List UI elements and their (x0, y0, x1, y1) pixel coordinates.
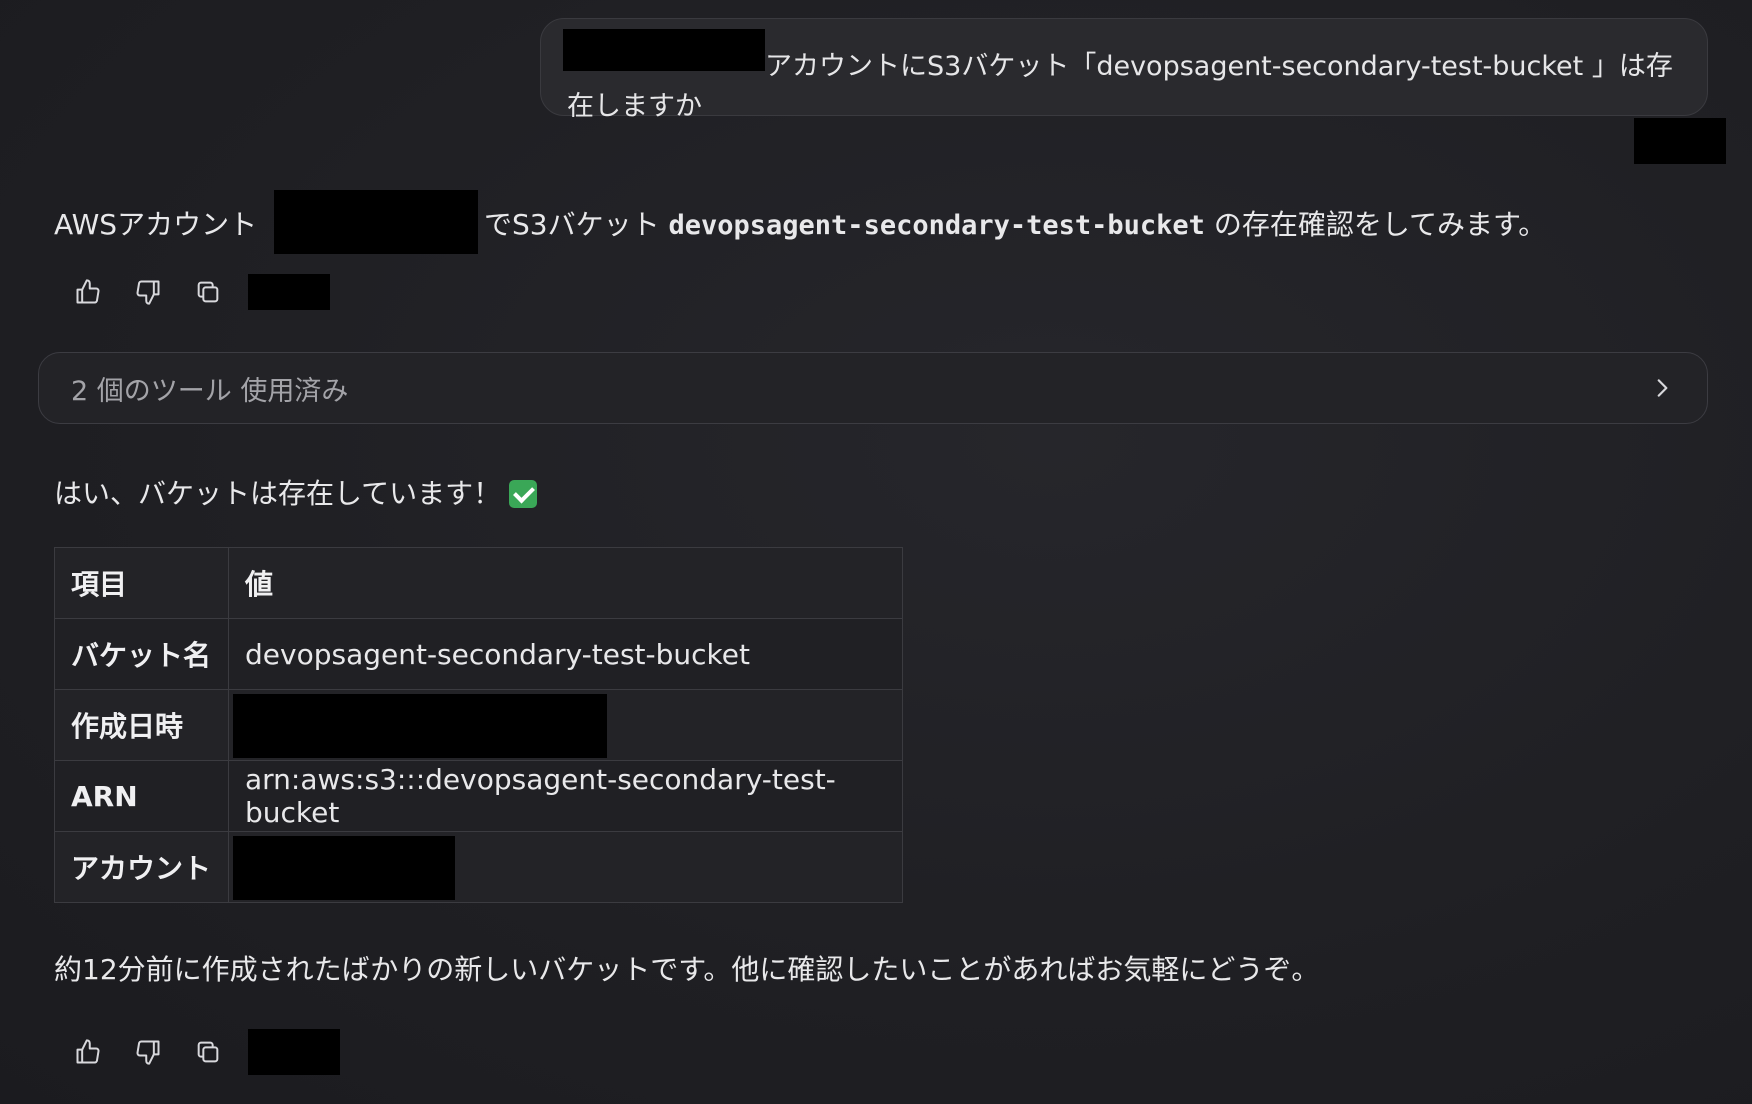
thumbs-up-button[interactable] (68, 272, 108, 312)
tool-usage-expander[interactable]: 2 個のツール 使用済み (38, 352, 1708, 424)
check-mark-icon (509, 480, 538, 508)
message-actions-2 (68, 1029, 340, 1075)
redacted-account-id (563, 29, 765, 71)
thumbs-up-icon (76, 279, 100, 304)
row-value: devopsagent-secondary-test-bucket (228, 618, 903, 690)
intro-middle: でS3バケット (484, 208, 660, 241)
row-value (228, 689, 903, 761)
user-message-bubble: アカウントにS3バケット「devopsagent-secondary-test-… (540, 18, 1708, 122)
redacted-account-id (274, 190, 478, 254)
table-row: ARN arn:aws:s3:::devopsagent-secondary-t… (54, 760, 903, 832)
user-message-line-1: アカウントにS3バケット「devopsagent-secondary-test-… (765, 51, 1673, 82)
tool-usage-label: 2 個のツール 使用済み (71, 375, 349, 407)
copy-button[interactable] (188, 1032, 228, 1072)
thumbs-down-icon (136, 1040, 160, 1065)
row-key: 作成日時 (54, 689, 229, 761)
copy-button[interactable] (188, 272, 228, 312)
thumbs-down-button[interactable] (128, 272, 168, 312)
row-key: ARN (54, 760, 229, 832)
copy-icon (197, 281, 219, 303)
thumbs-down-icon (136, 280, 160, 305)
redacted-element (248, 1029, 340, 1075)
copy-icon (197, 1041, 219, 1063)
row-value (228, 831, 903, 903)
assistant-intro: AWSアカウント でS3バケット devopsagent-secondary-t… (54, 190, 1546, 254)
answer-text: はい、バケットは存在しています！ (54, 474, 538, 514)
table-header-row: 項目 値 (54, 547, 903, 619)
redacted-element (248, 274, 330, 310)
table-header-key: 項目 (54, 547, 229, 619)
bucket-info-table: 項目 値 バケット名 devopsagent-secondary-test-bu… (54, 547, 903, 903)
table-row: 作成日時 (54, 689, 903, 761)
message-actions-1 (68, 272, 330, 312)
table-row: アカウント (54, 831, 903, 903)
row-value: arn:aws:s3:::devopsagent-secondary-test-… (228, 760, 903, 832)
chevron-right-icon (1657, 379, 1668, 397)
redacted-element (1634, 118, 1726, 164)
row-key: バケット名 (54, 618, 229, 690)
intro-suffix: の存在確認をしてみます。 (1213, 208, 1547, 241)
user-message-line-2: 在しますか (567, 91, 702, 122)
thumbs-down-button[interactable] (128, 1032, 168, 1072)
thumbs-up-icon (76, 1039, 100, 1064)
answer-message: はい、バケットは存在しています！ (54, 477, 502, 510)
closing-message: 約12分前に作成されたばかりの新しいバケットです。他に確認したいことがあればお気… (54, 953, 1320, 986)
table-row: バケット名 devopsagent-secondary-test-bucket (54, 618, 903, 690)
intro-prefix: AWSアカウント (54, 208, 258, 241)
thumbs-up-button[interactable] (68, 1032, 108, 1072)
chat-page: アカウントにS3バケット「devopsagent-secondary-test-… (0, 0, 1752, 1104)
intro-bucket-name: devopsagent-secondary-test-bucket (668, 210, 1205, 241)
redacted-account-id (233, 836, 455, 900)
redacted-creation-date (233, 694, 607, 758)
row-key: アカウント (54, 831, 229, 903)
table-header-value: 値 (228, 547, 903, 619)
